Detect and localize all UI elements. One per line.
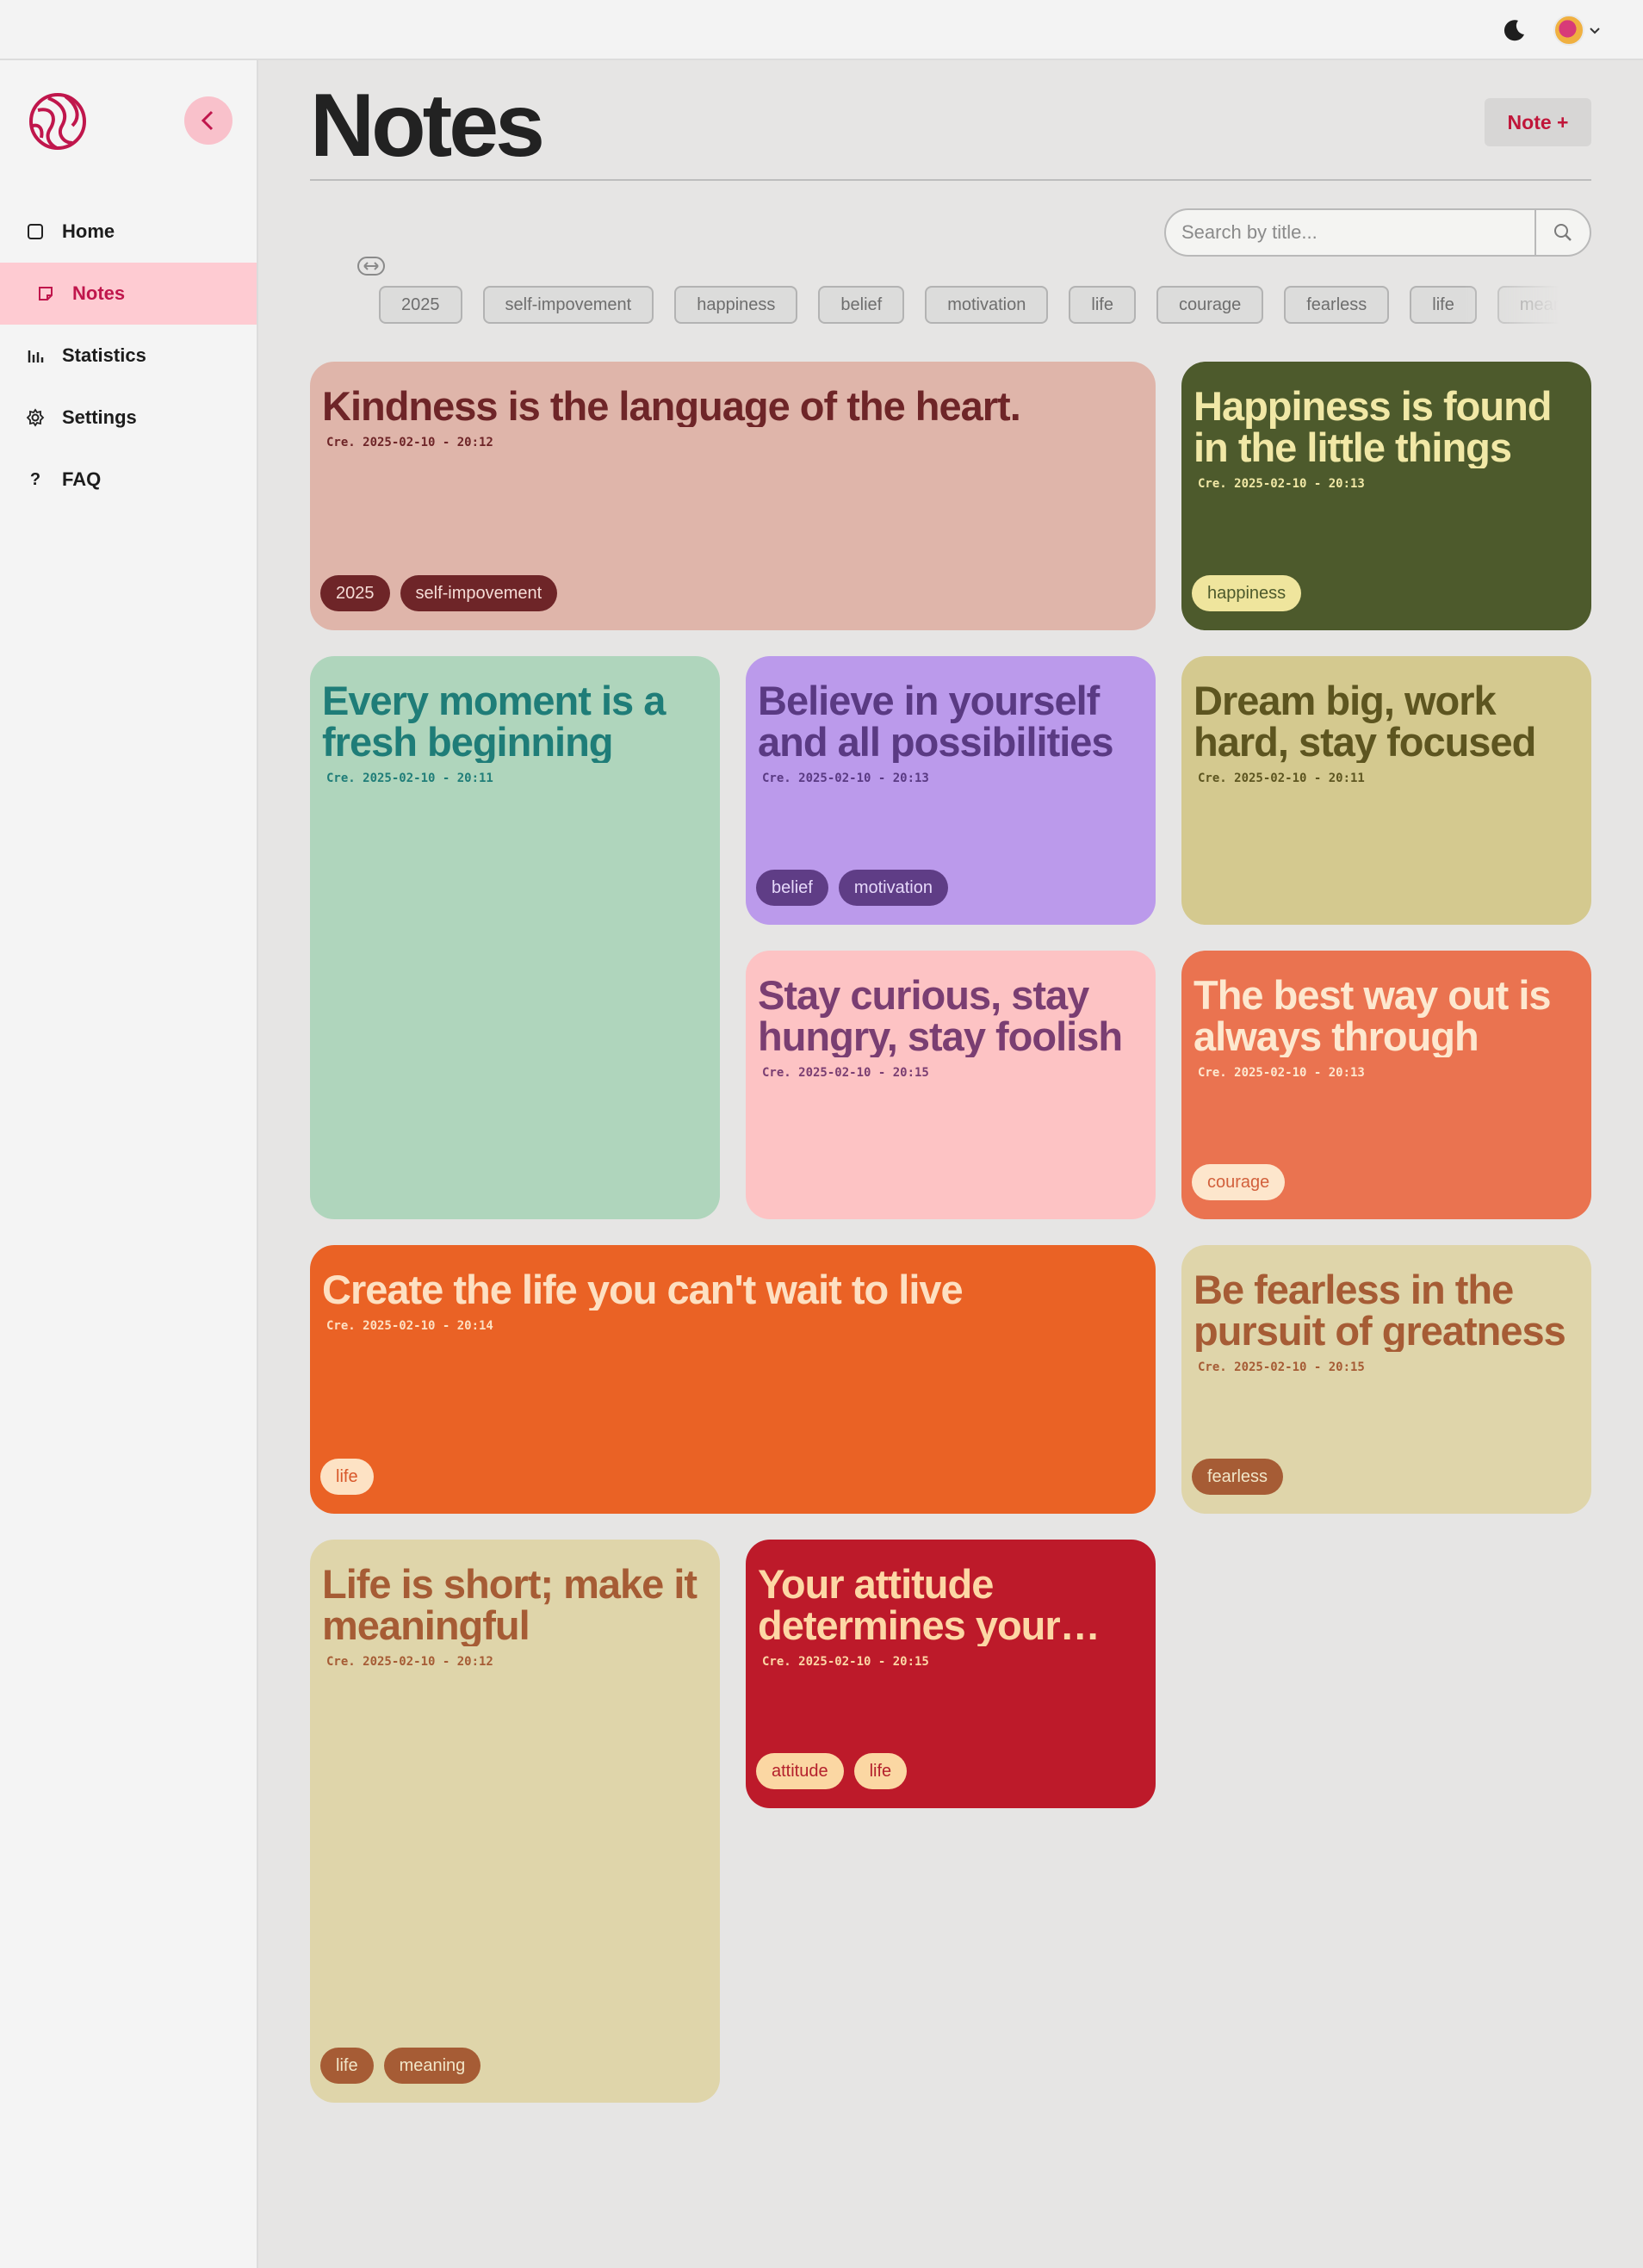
note-title: Stay curious, stay hungry, stay foolish	[758, 975, 1123, 1057]
square-icon	[26, 222, 45, 241]
note-tag[interactable]: life	[320, 2048, 374, 2084]
sidebar-item-statistics[interactable]: Statistics	[0, 325, 257, 387]
note-tag[interactable]: life	[320, 1459, 374, 1495]
expand-tags-icon[interactable]	[356, 255, 386, 277]
note-title: Your attitude determines your direction	[758, 1564, 1061, 1646]
chevron-left-icon	[201, 110, 214, 131]
note-card[interactable]: Stay curious, stay hungry, stay foolish C…	[746, 951, 1156, 1219]
note-title: Create the life you can't wait to live	[322, 1269, 964, 1311]
collapse-sidebar-button[interactable]	[184, 96, 232, 145]
user-menu[interactable]	[1553, 14, 1605, 46]
globe-logo[interactable]	[28, 91, 88, 152]
note-icon	[36, 284, 55, 303]
avatar	[1553, 15, 1584, 46]
tag-filter[interactable]: life	[1410, 286, 1477, 324]
note-title: Dream big, work hard, stay focused	[1194, 680, 1536, 763]
note-tags: 2025 self-impovement	[320, 575, 558, 611]
note-tags: courage	[1192, 1164, 1286, 1200]
search-input[interactable]	[1166, 210, 1534, 255]
header-divider	[310, 179, 1591, 181]
note-tags: belief motivation	[756, 870, 948, 906]
sidebar-item-settings[interactable]: Settings	[0, 387, 257, 449]
tag-filter[interactable]: courage	[1156, 286, 1264, 324]
tag-filter[interactable]: motivation	[925, 286, 1049, 324]
note-title: Every moment is a fresh beginning	[322, 680, 666, 763]
tag-filter-row: 2025 self-impovement happiness belief mo…	[379, 286, 1559, 327]
tag-filter[interactable]: life	[1069, 286, 1136, 324]
sidebar-item-label: Home	[62, 220, 115, 242]
note-title: Believe in yourself and all possibilitie…	[758, 680, 1114, 763]
top-bar	[0, 0, 1643, 60]
note-created-date: Cre. 2025-02-10 - 20:12	[326, 436, 493, 449]
note-created-date: Cre. 2025-02-10 - 20:14	[326, 1319, 493, 1333]
note-created-date: Cre. 2025-02-10 - 20:11	[1198, 771, 1365, 785]
note-tag[interactable]: belief	[756, 870, 828, 906]
note-created-date: Cre. 2025-02-10 - 20:13	[1198, 1066, 1365, 1080]
note-card[interactable]: Dream big, work hard, stay focused Cre. 2…	[1181, 656, 1591, 925]
sidebar-item-notes[interactable]: Notes	[0, 263, 257, 325]
note-created-date: Cre. 2025-02-10 - 20:15	[1198, 1360, 1365, 1374]
note-tags: happiness	[1192, 575, 1302, 611]
note-created-date: Cre. 2025-02-10 - 20:15	[762, 1655, 929, 1669]
chevron-down-icon	[1590, 28, 1600, 34]
note-title: Life is short; make it meaningful	[322, 1564, 698, 1646]
note-title: Be fearless in the pursuit of greatness	[1194, 1269, 1566, 1352]
note-tag[interactable]: fearless	[1192, 1459, 1284, 1495]
sidebar-item-faq[interactable]: ? FAQ	[0, 449, 257, 511]
sidebar-item-label: Statistics	[62, 344, 146, 366]
sidebar-nav: Home Notes Statistics Settings ? FAQ	[0, 201, 257, 511]
note-card[interactable]: Kindness is the language of the heart. Cr…	[310, 362, 1156, 630]
new-note-button[interactable]: Note +	[1485, 98, 1591, 146]
note-created-date: Cre. 2025-02-10 - 20:12	[326, 1655, 493, 1669]
sidebar-item-label: Settings	[62, 406, 137, 428]
note-created-date: Cre. 2025-02-10 - 20:13	[762, 771, 929, 785]
note-created-date: Cre. 2025-02-10 - 20:11	[326, 771, 493, 785]
search-button[interactable]	[1536, 210, 1590, 255]
note-tags: life meaning	[320, 2048, 481, 2084]
note-card[interactable]: The best way out is always through Cre. 2…	[1181, 951, 1591, 1219]
note-tag[interactable]: happiness	[1192, 575, 1302, 611]
tag-filter[interactable]: fearless	[1284, 286, 1390, 324]
note-tags: fearless	[1192, 1459, 1284, 1495]
note-card[interactable]: Create the life you can't wait to live Cr…	[310, 1245, 1156, 1514]
sidebar-item-home[interactable]: Home	[0, 201, 257, 263]
sidebar: Home Notes Statistics Settings ? FAQ	[0, 60, 258, 2268]
note-tag[interactable]: self-impovement	[400, 575, 558, 611]
sidebar-item-label: Notes	[72, 282, 126, 304]
note-card[interactable]: Believe in yourself and all possibilitie…	[746, 656, 1156, 925]
search-icon	[1554, 224, 1572, 241]
note-title: The best way out is always through	[1194, 975, 1552, 1057]
moon-icon[interactable]	[1502, 17, 1528, 43]
gear-icon	[26, 408, 45, 427]
tag-filter[interactable]: belief	[818, 286, 905, 324]
search-box	[1164, 208, 1591, 257]
note-created-date: Cre. 2025-02-10 - 20:13	[1198, 477, 1365, 491]
bar-chart-icon	[26, 346, 45, 365]
sidebar-item-label: FAQ	[62, 468, 102, 490]
question-icon: ?	[29, 469, 41, 489]
note-card[interactable]: Your attitude determines your direction C…	[746, 1540, 1156, 1808]
note-tag[interactable]: courage	[1192, 1164, 1286, 1200]
note-tag[interactable]: life	[853, 1753, 908, 1789]
note-tags: attitude life	[756, 1753, 908, 1789]
note-card[interactable]: Life is short; make it meaningful Cre. 20…	[310, 1540, 720, 2103]
tag-filter[interactable]: self-impovement	[482, 286, 654, 324]
note-created-date: Cre. 2025-02-10 - 20:15	[762, 1066, 929, 1080]
note-tags: life	[320, 1459, 374, 1495]
note-tag[interactable]: motivation	[838, 870, 948, 906]
tag-filter[interactable]: 2025	[379, 286, 462, 324]
note-tag[interactable]: meaning	[383, 2048, 481, 2084]
note-card[interactable]: Happiness is found in the little things C…	[1181, 362, 1591, 630]
note-title: Happiness is found in the little things	[1194, 386, 1553, 468]
tag-filter[interactable]: meaning	[1497, 286, 1559, 324]
tag-filter[interactable]: happiness	[674, 286, 798, 324]
note-card[interactable]: Be fearless in the pursuit of greatness C…	[1181, 1245, 1591, 1514]
note-card[interactable]: Every moment is a fresh beginning Cre. 20…	[310, 656, 720, 1219]
note-tag[interactable]: attitude	[756, 1753, 844, 1789]
note-tag[interactable]: 2025	[320, 575, 390, 611]
page-title: Notes	[310, 76, 545, 176]
note-title: Kindness is the language of the heart.	[322, 386, 1021, 427]
